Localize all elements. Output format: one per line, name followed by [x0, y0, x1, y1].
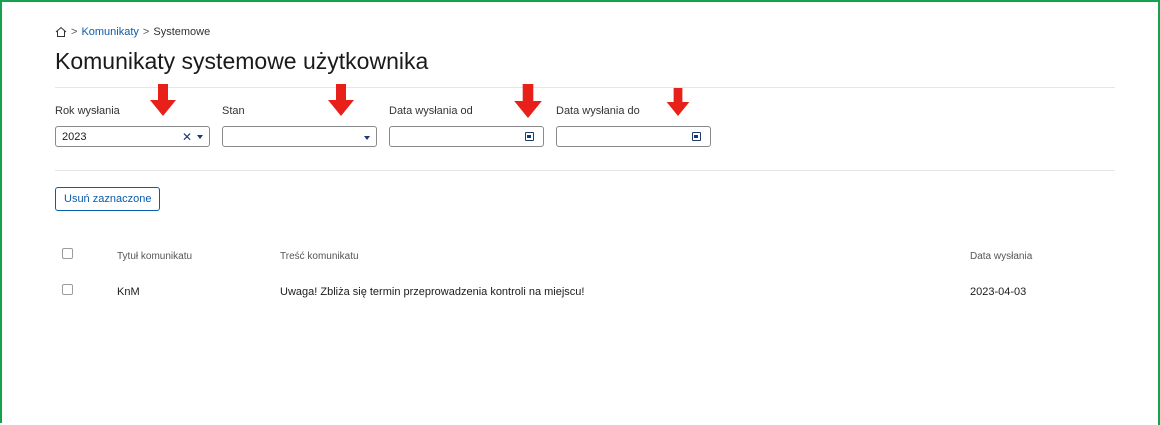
divider [55, 87, 1115, 88]
date-to-input[interactable] [556, 126, 711, 147]
home-icon[interactable] [55, 26, 67, 38]
calendar-icon[interactable] [692, 132, 701, 141]
clear-icon[interactable]: ✕ [182, 130, 192, 144]
breadcrumb-separator: > [71, 26, 78, 38]
row-checkbox[interactable] [62, 284, 73, 295]
annotation-arrow-icon [328, 84, 354, 116]
page-title: Komunikaty systemowe użytkownika [55, 48, 429, 74]
row-date: 2023-04-03 [970, 286, 1027, 298]
delete-selected-button[interactable]: Usuń zaznaczone [55, 187, 161, 211]
select-all-checkbox[interactable] [62, 248, 73, 259]
row-title[interactable]: KnM [117, 286, 140, 298]
filter-year: Rok wysłania 2023 ✕ [55, 105, 210, 147]
annotation-arrow-icon [150, 84, 176, 116]
calendar-icon[interactable] [525, 132, 534, 141]
chevron-down-icon[interactable] [364, 136, 370, 140]
year-select-value: 2023 [62, 131, 87, 143]
breadcrumb-link-komunikaty[interactable]: Komunikaty [81, 26, 138, 38]
breadcrumb-current: Systemowe [153, 26, 211, 38]
year-select[interactable]: 2023 ✕ [55, 126, 210, 147]
column-header-date[interactable]: Data wysłania [970, 251, 1032, 262]
column-header-content[interactable]: Treść komunikatu [280, 251, 359, 262]
date-from-input[interactable] [389, 126, 544, 147]
breadcrumb: > Komunikaty > Systemowe [55, 26, 210, 38]
chevron-down-icon[interactable] [197, 135, 203, 139]
annotation-arrow-icon [666, 88, 690, 116]
state-select[interactable] [222, 126, 377, 147]
breadcrumb-separator: > [142, 26, 150, 38]
column-header-title[interactable]: Tytuł komunikatu [117, 251, 192, 262]
filter-year-label: Rok wysłania [55, 105, 120, 117]
annotation-arrow-icon [514, 84, 542, 118]
divider [55, 170, 1115, 171]
row-content[interactable]: Uwaga! Zbliża się termin przeprowadzenia… [280, 286, 584, 298]
